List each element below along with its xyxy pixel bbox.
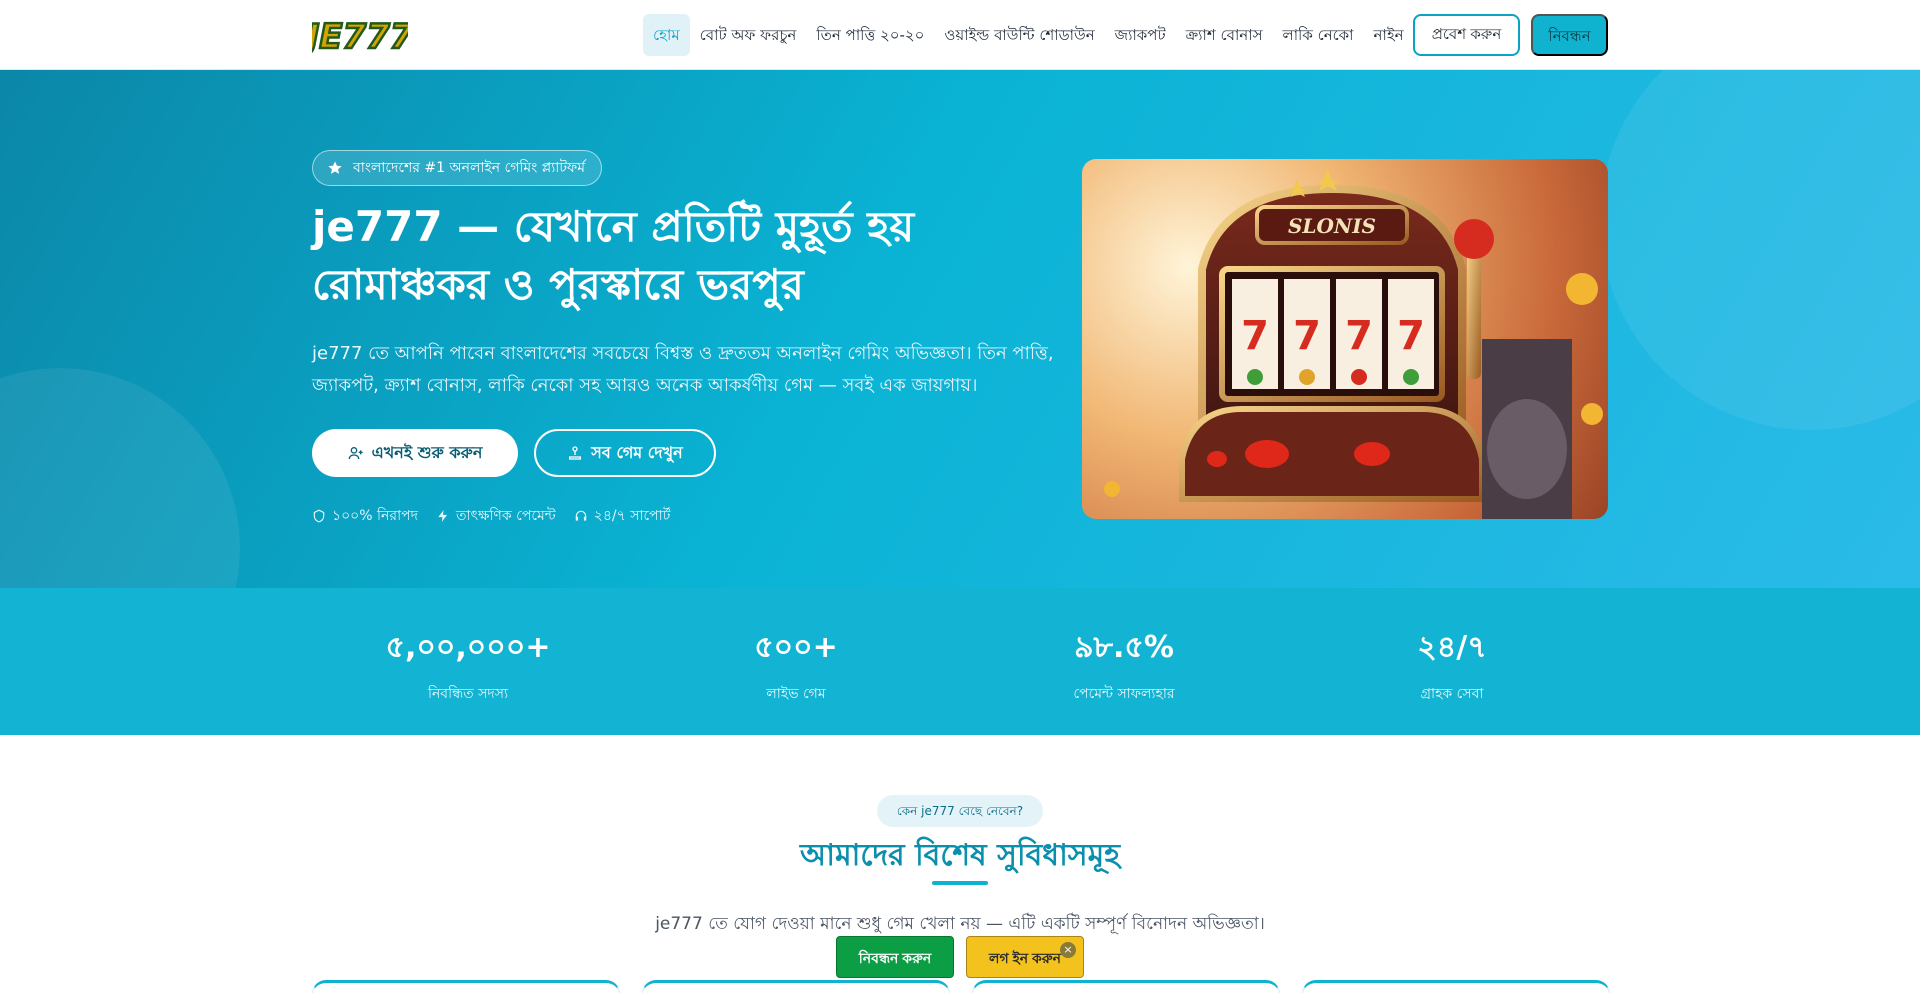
stat-value: ৯৮.৫% [1074,630,1174,665]
view-all-games-button[interactable]: সব গেম দেখুন [534,429,716,477]
stat-customer-service: ২৪/৭ গ্রাহক সেবা [1332,628,1572,706]
view-all-games-label: সব গেম দেখুন [591,442,683,462]
platform-badge: বাংলাদেশের #1 অনলাইন গেমিং প্ল্যাটফর্ম [312,150,602,186]
slot-machine-image: SLONIS 7 7 7 7 [1082,159,1608,519]
decorative-circle [1600,70,1920,430]
top-navbar: JE777 হোম বোট অফ ফরচুন তিন পাত্তি ২০-২০ … [0,0,1920,70]
shield-icon [313,509,325,523]
benefit-card [642,980,950,993]
nav-link-boat-of-fortune[interactable]: বোট অফ ফরচুন [690,14,807,56]
start-now-button[interactable]: এখনই শুরু করুন [312,429,518,477]
svg-text:7: 7 [1241,313,1269,359]
stat-label: পেমেন্ট সাফল্যহার [1073,686,1175,702]
section-tag: কেন je777 বেছে নেবেন? [877,795,1043,827]
title-underline [932,881,988,885]
stat-value: ৫০০+ [754,630,838,665]
hero-features: ১০০% নিরাপদ তাৎক্ষণিক পেমেন্ট ২৪/৭ সাপোর… [312,504,670,528]
lightning-icon [438,510,448,522]
section-title: আমাদের বিশেষ সুবিধাসমূহ [799,838,1121,873]
nav-link-home[interactable]: হোম [643,14,690,56]
nav-link-jackpot[interactable]: জ্যাকপট [1105,14,1176,56]
nav-link-crash-bonus[interactable]: ক্র্যাশ বোনাস [1176,14,1273,56]
close-icon[interactable]: × [1060,942,1076,958]
nav-link-wild-bounty[interactable]: ওয়াইল্ড বাউন্টি শোডাউন [934,14,1104,56]
start-now-label: এখনই শুরু করুন [371,442,483,462]
user-plus-icon [348,447,363,460]
hero-title: je777 — যেখানে প্রতিটি মুহূর্ত হয় রোমাঞ… [312,202,915,309]
stats-bar: ৫,০০,০০০+ নিবন্ধিত সদস্য ৫০০+ লাইভ গেম ৯… [0,588,1920,735]
stat-live-games: ৫০০+ লাইভ গেম [676,628,916,706]
feature-label: ২৪/৭ সাপোর্ট [593,508,671,524]
headset-icon [575,510,586,521]
nav-link-lucky-neko[interactable]: লাকি নেকো [1273,14,1364,56]
feature-label: তাৎক্ষণিক পেমেন্ট [456,508,556,524]
main-nav: হোম বোট অফ ফরচুন তিন পাত্তি ২০-২০ ওয়াইল… [643,14,1414,56]
feature-label: ১০০% নিরাপদ [332,508,419,524]
floating-register-button[interactable]: নিবন্ধন করুন [836,936,954,978]
hero-section: বাংলাদেশের #1 অনলাইন গেমিং প্ল্যাটফর্ম j… [0,70,1920,588]
stat-label: লাইভ গেম [766,686,826,702]
badge-text: বাংলাদেশের #1 অনলাইন গেমিং প্ল্যাটফর্ম [353,160,585,176]
feature-support: ২৪/৭ সাপোর্ট [574,504,671,528]
stat-label: গ্রাহক সেবা [1420,686,1484,702]
stat-members: ৫,০০,০০০+ নিবন্ধিত সদস্য [348,628,588,706]
benefit-card [1302,980,1610,993]
feature-instant-payment: তাৎক্ষণিক পেমেন্ট [436,504,556,528]
stat-value: ২৪/৭ [1417,630,1487,665]
svg-text:7: 7 [1397,313,1425,359]
nav-link-teen-patti[interactable]: তিন পাত্তি ২০-২০ [806,14,934,56]
slot-machine-illustration: SLONIS 7 7 7 7 [1104,169,1603,519]
section-description: je777 তে যোগ দেওয়া মানে শুধু গেম খেলা ন… [655,914,1265,934]
stat-label: নিবন্ধিত সদস্য [427,686,509,702]
hero-description: je777 তে আপনি পাবেন বাংলাদেশের সবচেয়ে ব… [312,343,1054,396]
register-button[interactable]: নিবন্ধন [1531,14,1608,56]
stat-value: ৫,০০,০০০+ [385,630,551,665]
feature-secure: ১০০% নিরাপদ [312,504,418,528]
login-button[interactable]: প্রবেশ করুন [1413,14,1520,56]
je777-logo[interactable]: JE777 [312,12,408,58]
joystick-icon [569,446,582,460]
stat-payment-success: ৯৮.৫% পেমেন্ট সাফল্যহার [1004,628,1244,706]
svg-text:7: 7 [1345,313,1373,359]
svg-text:JE777: JE777 [312,17,408,57]
benefit-card [312,980,620,993]
svg-text:7: 7 [1293,313,1321,359]
nav-link-nine[interactable]: নাইন [1364,14,1414,56]
star-icon [328,161,342,174]
decorative-circle [0,368,240,588]
slot-sign-text: SLONIS [1288,214,1376,238]
benefit-card [972,980,1280,993]
